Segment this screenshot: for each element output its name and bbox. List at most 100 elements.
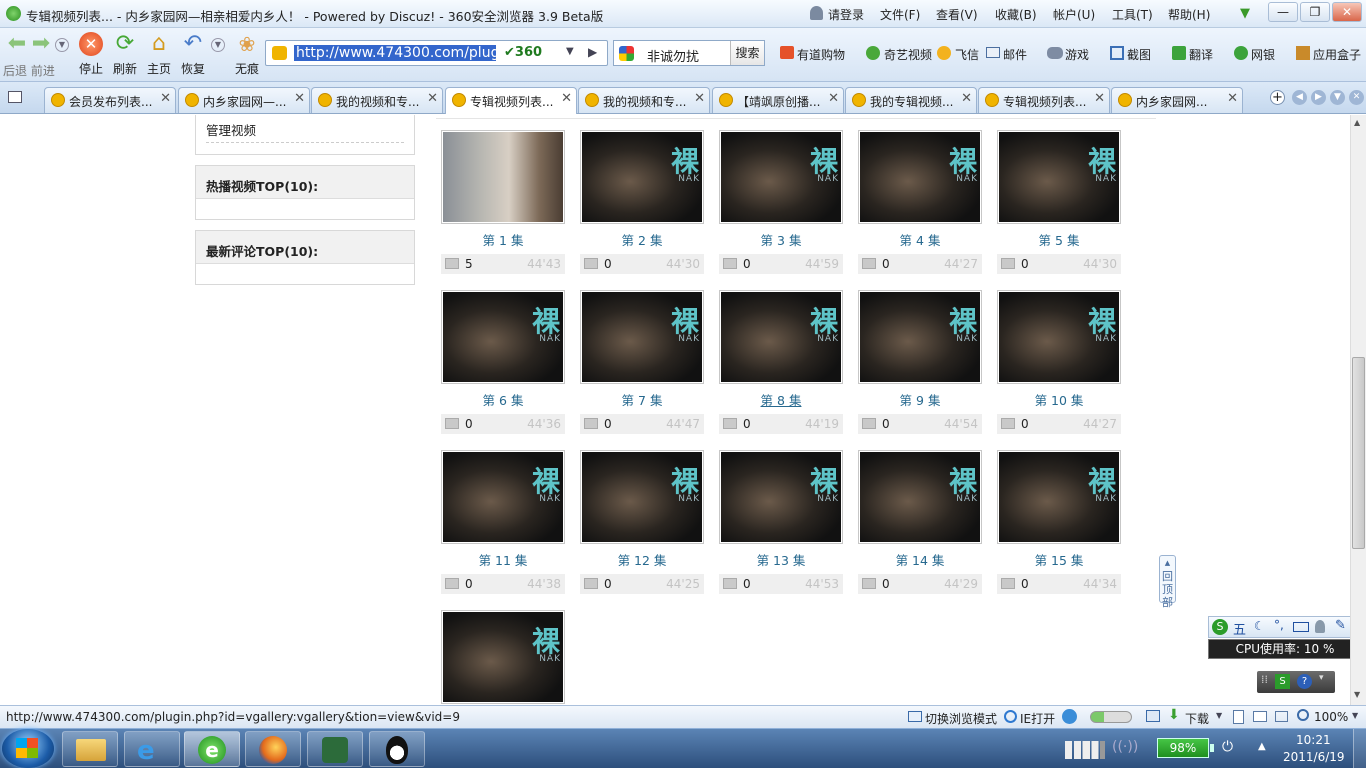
episode-card[interactable]: 裸 NAK 第 9 集 0 44'54 — [858, 290, 982, 434]
tab-list-icon[interactable]: ▼ — [1330, 90, 1345, 105]
episode-card[interactable]: 裸 NAK 第 2 集 0 44'30 — [580, 130, 704, 274]
episode-thumbnail[interactable]: 裸 NAK — [719, 450, 843, 544]
tab-3[interactable]: 我的视频和专... ✕ — [311, 87, 443, 113]
maximize-button[interactable]: ❐ — [1300, 2, 1330, 22]
forward-button[interactable]: ➡ — [28, 32, 54, 56]
episode-card-partial[interactable]: 裸 NAK — [441, 610, 565, 704]
close-button[interactable]: ✕ — [1332, 2, 1362, 22]
taskbar-firefox[interactable] — [245, 731, 301, 767]
episode-link[interactable]: 第 9 集 — [858, 390, 982, 408]
refresh-button[interactable]: ⟳ 刷新 — [109, 32, 141, 77]
menu-favorites[interactable]: 收藏(B) — [995, 6, 1037, 23]
episode-thumbnail[interactable]: 裸 NAK — [580, 450, 704, 544]
episode-link[interactable]: 第 11 集 — [441, 550, 565, 568]
menu-help[interactable]: 帮助(H) — [1168, 6, 1210, 23]
search-engine-icon[interactable] — [619, 46, 634, 61]
link-translate[interactable]: 翻译 — [1189, 46, 1213, 63]
keyboard-icon[interactable] — [1293, 622, 1309, 632]
tab-close-icon[interactable]: ✕ — [694, 91, 705, 106]
scroll-down-icon[interactable]: ▼ — [1354, 690, 1360, 699]
menu-tools[interactable]: 工具(T) — [1112, 6, 1153, 23]
signal-strength-icon[interactable] — [1065, 741, 1105, 759]
link-screenshot[interactable]: 截图 — [1127, 46, 1151, 63]
show-desktop-button[interactable] — [1353, 729, 1366, 768]
episode-link[interactable]: 第 13 集 — [719, 550, 843, 568]
home-button[interactable]: ⌂ 主页 — [143, 32, 175, 77]
episode-card[interactable]: 裸 NAK 第 6 集 0 44'36 — [441, 290, 565, 434]
taskbar-ie[interactable]: e — [124, 731, 180, 767]
tab-close-icon[interactable]: ✕ — [961, 91, 972, 106]
tab-close-icon[interactable]: ✕ — [828, 91, 839, 106]
ime-mode[interactable]: 五 — [1233, 619, 1246, 638]
battery-indicator[interactable]: 98% — [1157, 738, 1209, 758]
moon-icon[interactable]: ☾ — [1254, 619, 1265, 633]
episode-card[interactable]: 裸 NAK 第 3 集 0 44'59 — [719, 130, 843, 274]
tab-7[interactable]: 我的专辑视频... ✕ — [845, 87, 977, 113]
switch-mode-button[interactable]: 切换浏览模式 — [925, 710, 997, 727]
link-appbox[interactable]: 应用盒子 — [1313, 46, 1361, 63]
episode-card[interactable]: 裸 NAK 第 13 集 0 44'53 — [719, 450, 843, 594]
episode-card[interactable]: 裸 NAK 第 11 集 0 44'38 — [441, 450, 565, 594]
tab-close-all-icon[interactable]: ✕ — [1349, 90, 1364, 105]
download-button[interactable]: 下载 — [1185, 710, 1209, 727]
fullscreen-icon[interactable] — [1275, 711, 1288, 722]
address-dropdown-icon[interactable]: ▼ — [566, 46, 574, 57]
search-button[interactable]: 搜索 — [730, 41, 764, 65]
taskbar-explorer[interactable] — [62, 731, 118, 767]
new-tab-icon[interactable]: + — [1270, 90, 1285, 105]
episode-thumbnail[interactable]: 裸 NAK — [997, 290, 1121, 384]
tab-close-icon[interactable]: ✕ — [1227, 91, 1238, 106]
url-input[interactable]: http://www.474300.com/plugi — [294, 45, 496, 61]
search-box[interactable]: 非诚勿扰 搜索 — [613, 40, 765, 66]
episode-link[interactable]: 第 6 集 — [441, 390, 565, 408]
incognito-button[interactable]: ❀ 无痕 — [231, 32, 263, 77]
tab-close-icon[interactable]: ✕ — [561, 91, 572, 106]
episode-thumbnail[interactable]: 裸 NAK — [580, 130, 704, 224]
tab-6[interactable]: 【靖飒原创播... ✕ — [712, 87, 844, 113]
login-link[interactable]: 请登录 — [828, 6, 864, 23]
wifi-icon[interactable]: ((·)) — [1112, 739, 1138, 755]
episode-card[interactable]: 裸 NAK 第 8 集 0 44'19 — [719, 290, 843, 434]
taskbar-app[interactable] — [307, 731, 363, 767]
tab-8[interactable]: 专辑视频列表... ✕ — [978, 87, 1110, 113]
tab-scroll-right-icon[interactable]: ▶ — [1311, 90, 1326, 105]
tab-close-icon[interactable]: ✕ — [294, 91, 305, 106]
episode-card[interactable]: 裸 NAK 第 12 集 0 44'25 — [580, 450, 704, 594]
page-icon[interactable] — [1233, 710, 1244, 724]
link-video[interactable]: 奇艺视频 — [884, 46, 932, 63]
tab-close-icon[interactable]: ✕ — [1094, 91, 1105, 106]
sidebar-toggle-icon[interactable] — [8, 91, 22, 103]
shield-icon[interactable] — [1062, 709, 1077, 724]
restore-button[interactable]: ↶ 恢复 — [177, 32, 209, 77]
tab-2[interactable]: 内乡家园网—... ✕ — [178, 87, 310, 113]
scroll-thumb[interactable] — [1352, 357, 1365, 549]
tab-scroll-left-icon[interactable]: ◀ — [1292, 90, 1307, 105]
menu-account[interactable]: 帐户(U) — [1053, 6, 1095, 23]
episode-link-hovered[interactable]: 第 8 集 — [719, 390, 843, 408]
episode-thumbnail[interactable]: 裸 NAK — [580, 290, 704, 384]
punctuation-icon[interactable]: °, — [1274, 618, 1284, 632]
tab-close-icon[interactable]: ✕ — [427, 91, 438, 106]
episode-link[interactable]: 第 14 集 — [858, 550, 982, 568]
show-hidden-icons[interactable]: ▲ — [1258, 741, 1266, 752]
episode-card[interactable]: 裸 NAK 第 5 集 0 44'30 — [997, 130, 1121, 274]
episode-link[interactable]: 第 2 集 — [580, 230, 704, 248]
help-icon[interactable]: ? — [1297, 674, 1312, 689]
power-plug-icon[interactable]: ⏻ — [1222, 739, 1233, 755]
wrench-icon[interactable]: ✎ — [1335, 618, 1346, 633]
window-icon[interactable] — [1253, 711, 1267, 722]
episode-thumbnail[interactable]: 裸 NAK — [997, 450, 1121, 544]
episode-link[interactable]: 第 3 集 — [719, 230, 843, 248]
tab-5[interactable]: 我的视频和专... ✕ — [578, 87, 710, 113]
tab-1[interactable]: 会员发布列表... ✕ — [44, 87, 176, 113]
episode-link[interactable]: 第 1 集 — [441, 230, 565, 248]
episode-link[interactable]: 第 7 集 — [580, 390, 704, 408]
episode-thumbnail[interactable]: 裸 NAK — [997, 130, 1121, 224]
menu-file[interactable]: 文件(F) — [880, 6, 920, 23]
link-bank[interactable]: 网银 — [1251, 46, 1275, 63]
download-dropdown-icon[interactable]: ▼ — [1216, 711, 1222, 720]
user-icon[interactable] — [1315, 620, 1325, 633]
episode-link[interactable]: 第 15 集 — [997, 550, 1121, 568]
episode-card[interactable]: 裸 NAK 第 10 集 0 44'27 — [997, 290, 1121, 434]
clock-date[interactable]: 2011/6/19 — [1283, 750, 1345, 764]
